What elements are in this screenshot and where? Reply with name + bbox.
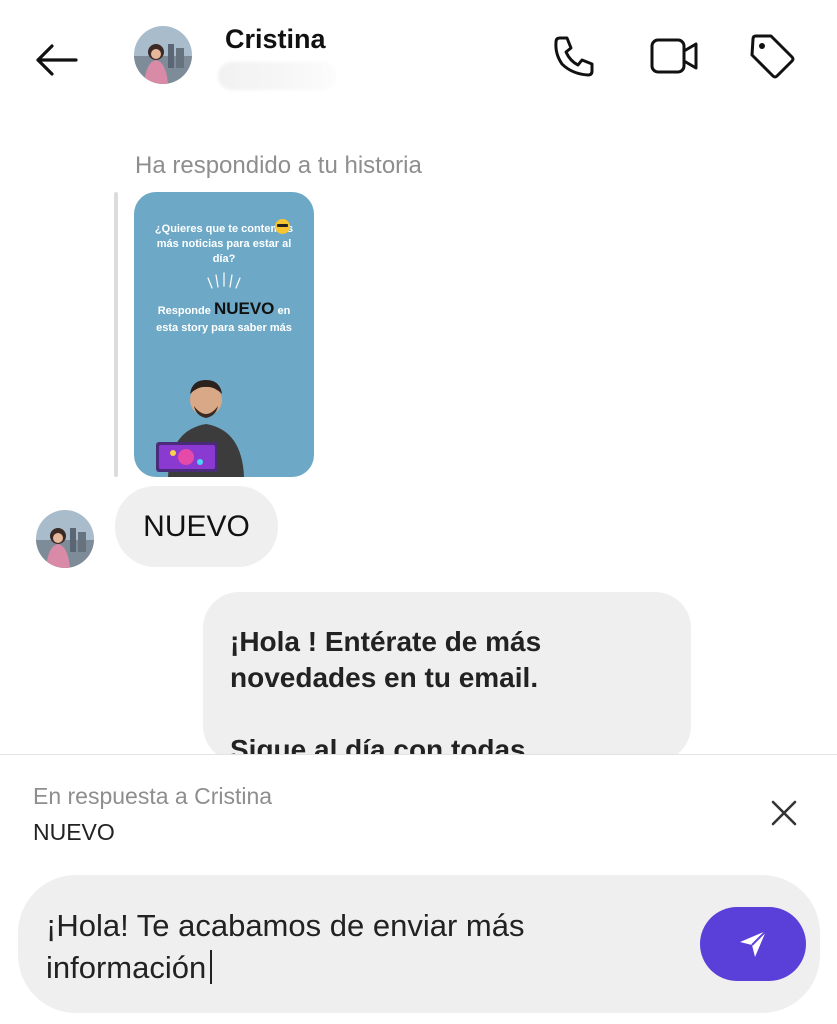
message-input-text[interactable]: ¡Hola! Te acabamos de enviar más informa… — [46, 905, 686, 989]
message-avatar[interactable] — [36, 510, 94, 568]
phone-icon — [554, 36, 594, 77]
draft-line-1: ¡Hola! Te acabamos de enviar más — [46, 908, 525, 943]
draft-line-2: información — [46, 950, 207, 985]
back-arrow-icon — [36, 44, 78, 76]
outgoing-message-line: novedades en tu email. — [230, 662, 539, 693]
cancel-reply-button[interactable] — [762, 791, 806, 835]
tag-icon — [750, 34, 795, 79]
contact-name[interactable]: Cristina — [225, 24, 326, 55]
incoming-message-bubble[interactable]: NUEVO — [115, 486, 278, 567]
story-cta-suffix: en — [277, 305, 291, 317]
reply-panel: En respuesta a Cristina NUEVO ¡Hola! Te … — [0, 754, 837, 1024]
chat-header: Cristina — [0, 0, 837, 120]
contact-status-blurred — [218, 62, 336, 90]
story-cta-keyword: NUEVO — [213, 299, 275, 318]
story-cta-text: Responde NUEVO en — [134, 299, 314, 321]
sparkle-rays-icon — [207, 272, 241, 289]
send-button[interactable] — [700, 907, 806, 981]
send-icon — [740, 930, 767, 957]
text-caret — [210, 950, 213, 984]
close-icon — [771, 800, 797, 826]
contact-avatar[interactable] — [134, 26, 192, 84]
story-preview[interactable]: ¿Quieres que te contemos más noticias pa… — [134, 192, 314, 477]
sunglasses-emoji-icon — [275, 219, 290, 234]
story-cta-text-2: esta story para saber más — [156, 322, 292, 334]
message-input[interactable]: ¡Hola! Te acabamos de enviar más informa… — [18, 875, 820, 1013]
story-reply-note: Ha respondido a tu historia — [135, 152, 422, 179]
story-quote-bar — [114, 192, 118, 477]
outgoing-message-bubble[interactable]: ¡Hola ! Entérate de más novedades en tu … — [203, 592, 691, 762]
video-call-button[interactable] — [648, 30, 700, 82]
tag-button[interactable] — [746, 30, 798, 82]
call-button[interactable] — [548, 30, 600, 82]
back-button[interactable] — [28, 32, 84, 88]
outgoing-message-line: ¡Hola ! Entérate de más — [230, 626, 542, 657]
story-cta-prefix: Responde — [157, 305, 211, 317]
story-person-image — [156, 380, 244, 477]
reply-to-label: En respuesta a Cristina — [33, 783, 273, 809]
reply-quoted-text: NUEVO — [33, 819, 115, 845]
video-camera-icon — [650, 38, 698, 74]
